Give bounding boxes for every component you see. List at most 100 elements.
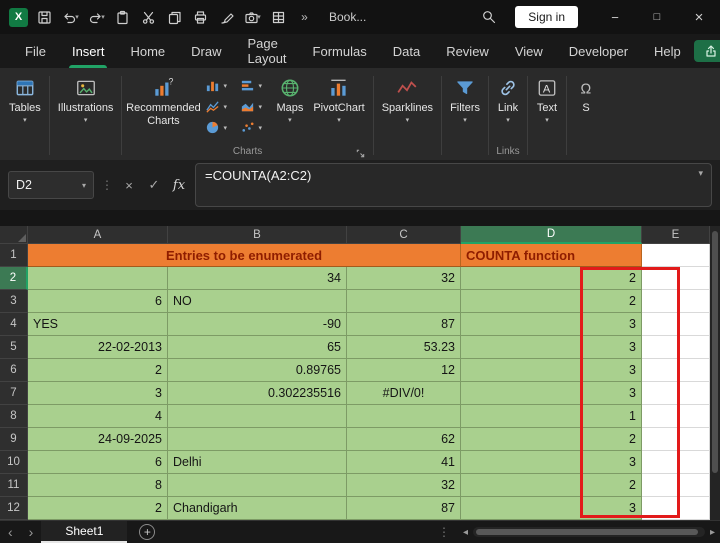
cell-C12[interactable]: 87 [347, 497, 461, 520]
redo-button[interactable]: ▾ [84, 4, 109, 30]
cell-D11[interactable]: 2 [461, 474, 642, 497]
print-button[interactable] [188, 4, 213, 30]
cell-C2[interactable]: 32 [347, 267, 461, 290]
ribbon-tab-page-layout[interactable]: Page Layout [235, 34, 300, 68]
cell-E8[interactable] [642, 405, 710, 428]
search-button[interactable] [476, 4, 501, 30]
horizontal-scrollbar[interactable] [473, 527, 705, 537]
maximize-button[interactable]: □ [636, 0, 678, 34]
cell-B4[interactable]: -90 [168, 313, 347, 336]
column-header-A[interactable]: A [28, 226, 168, 244]
minimize-button[interactable]: − [594, 0, 636, 34]
add-sheet-button[interactable]: + [139, 524, 155, 540]
cell-B6[interactable]: 0.89765 [168, 359, 347, 382]
save-button[interactable] [32, 4, 57, 30]
cell-D8[interactable]: 1 [461, 405, 642, 428]
sparklines-button[interactable]: Sparklines ▾ [377, 71, 438, 145]
formula-bar-collapse-icon[interactable]: ▾ [698, 168, 703, 179]
ribbon-tab-draw[interactable]: Draw [178, 34, 234, 68]
row-header-2[interactable]: 2 [0, 267, 28, 290]
cell-B12[interactable]: Chandigarh [168, 497, 347, 520]
pie-chart-button[interactable]: ▾ [201, 117, 236, 138]
share-button[interactable]: Share [694, 40, 720, 62]
undo-button[interactable]: ▾ [58, 4, 83, 30]
vertical-scrollbar[interactable] [710, 226, 720, 520]
ribbon-tab-formulas[interactable]: Formulas [300, 34, 380, 68]
cell-C4[interactable]: 87 [347, 313, 461, 336]
filters-button[interactable]: Filters ▾ [445, 71, 485, 145]
excel-logo[interactable]: X [6, 4, 31, 30]
row-header-8[interactable]: 8 [0, 405, 28, 428]
ribbon-tab-developer[interactable]: Developer [556, 34, 641, 68]
cell-E1[interactable] [642, 244, 710, 267]
cell-D2[interactable]: 2 [461, 267, 642, 290]
sheet-tab-sheet1[interactable]: Sheet1 [41, 521, 127, 543]
cell-C9[interactable]: 62 [347, 428, 461, 451]
insert-function-icon[interactable]: fx [170, 178, 188, 193]
cell-B2[interactable]: 34 [168, 267, 347, 290]
row-header-3[interactable]: 3 [0, 290, 28, 313]
cell-D10[interactable]: 3 [461, 451, 642, 474]
name-box[interactable]: D2 ▾ [8, 171, 94, 199]
format-painter-button[interactable] [214, 4, 239, 30]
cell-E10[interactable] [642, 451, 710, 474]
close-button[interactable]: × [678, 0, 720, 34]
cell-E2[interactable] [642, 267, 710, 290]
cell-D7[interactable]: 3 [461, 382, 642, 405]
cell-E7[interactable] [642, 382, 710, 405]
maps-button[interactable]: Maps ▾ [271, 71, 308, 145]
column-header-E[interactable]: E [642, 226, 710, 244]
ribbon-tab-data[interactable]: Data [380, 34, 433, 68]
cell-C10[interactable]: 41 [347, 451, 461, 474]
ribbon-tab-review[interactable]: Review [433, 34, 502, 68]
chevron-down-icon[interactable]: ▾ [82, 181, 86, 190]
cell-B9[interactable] [168, 428, 347, 451]
cell-D6[interactable]: 3 [461, 359, 642, 382]
row-header-1[interactable]: 1 [0, 244, 28, 267]
cell-E11[interactable] [642, 474, 710, 497]
cell-C7[interactable]: #DIV/0! [347, 382, 461, 405]
sheet-nav-next-icon[interactable]: › [21, 524, 42, 540]
cell-A9[interactable]: 24-09-2025 [28, 428, 168, 451]
cell-A4[interactable]: YES [28, 313, 168, 336]
ribbon-tab-insert[interactable]: Insert [59, 34, 118, 68]
ribbon-tab-view[interactable]: View [502, 34, 556, 68]
row-header-6[interactable]: 6 [0, 359, 28, 382]
cell-A12[interactable]: 2 [28, 497, 168, 520]
cut-button[interactable] [136, 4, 161, 30]
line-chart-button[interactable]: ▾ [201, 96, 236, 117]
cell-E6[interactable] [642, 359, 710, 382]
cell-E5[interactable] [642, 336, 710, 359]
bar-chart-button[interactable]: ▾ [236, 75, 271, 96]
enter-icon[interactable]: ✓ [145, 177, 163, 193]
cell-C3[interactable] [347, 290, 461, 313]
cell-C5[interactable]: 53.23 [347, 336, 461, 359]
row-header-7[interactable]: 7 [0, 382, 28, 405]
cell-E9[interactable] [642, 428, 710, 451]
column-chart-button[interactable]: ▾ [201, 75, 236, 96]
illustrations-button[interactable]: Illustrations ▾ [53, 71, 119, 145]
tables-button[interactable]: Tables ▾ [4, 71, 46, 145]
area-chart-button[interactable]: ▾ [236, 96, 271, 117]
cell-E3[interactable] [642, 290, 710, 313]
cell-C8[interactable] [347, 405, 461, 428]
column-header-B[interactable]: B [168, 226, 347, 244]
camera-button[interactable]: ▾ [240, 4, 265, 30]
more-commands-button[interactable]: » [292, 4, 317, 30]
column-header-C[interactable]: C [347, 226, 461, 244]
cell-D9[interactable]: 2 [461, 428, 642, 451]
cell-A2[interactable] [28, 267, 168, 290]
cell-D12[interactable]: 3 [461, 497, 642, 520]
cell-A8[interactable]: 4 [28, 405, 168, 428]
cell-E12[interactable] [642, 497, 710, 520]
formula-input[interactable]: =COUNTA(A2:C2) ▾ [195, 163, 712, 207]
cell-D5[interactable]: 3 [461, 336, 642, 359]
cell-A11[interactable]: 8 [28, 474, 168, 497]
cell-B5[interactable]: 65 [168, 336, 347, 359]
ribbon-tab-help[interactable]: Help [641, 34, 694, 68]
ribbon-tab-file[interactable]: File [12, 34, 59, 68]
text-button[interactable]: A Text ▾ [531, 71, 563, 145]
cell-B11[interactable] [168, 474, 347, 497]
charts-dialog-launcher[interactable] [355, 148, 366, 159]
vertical-scrollbar-thumb[interactable] [712, 231, 718, 473]
